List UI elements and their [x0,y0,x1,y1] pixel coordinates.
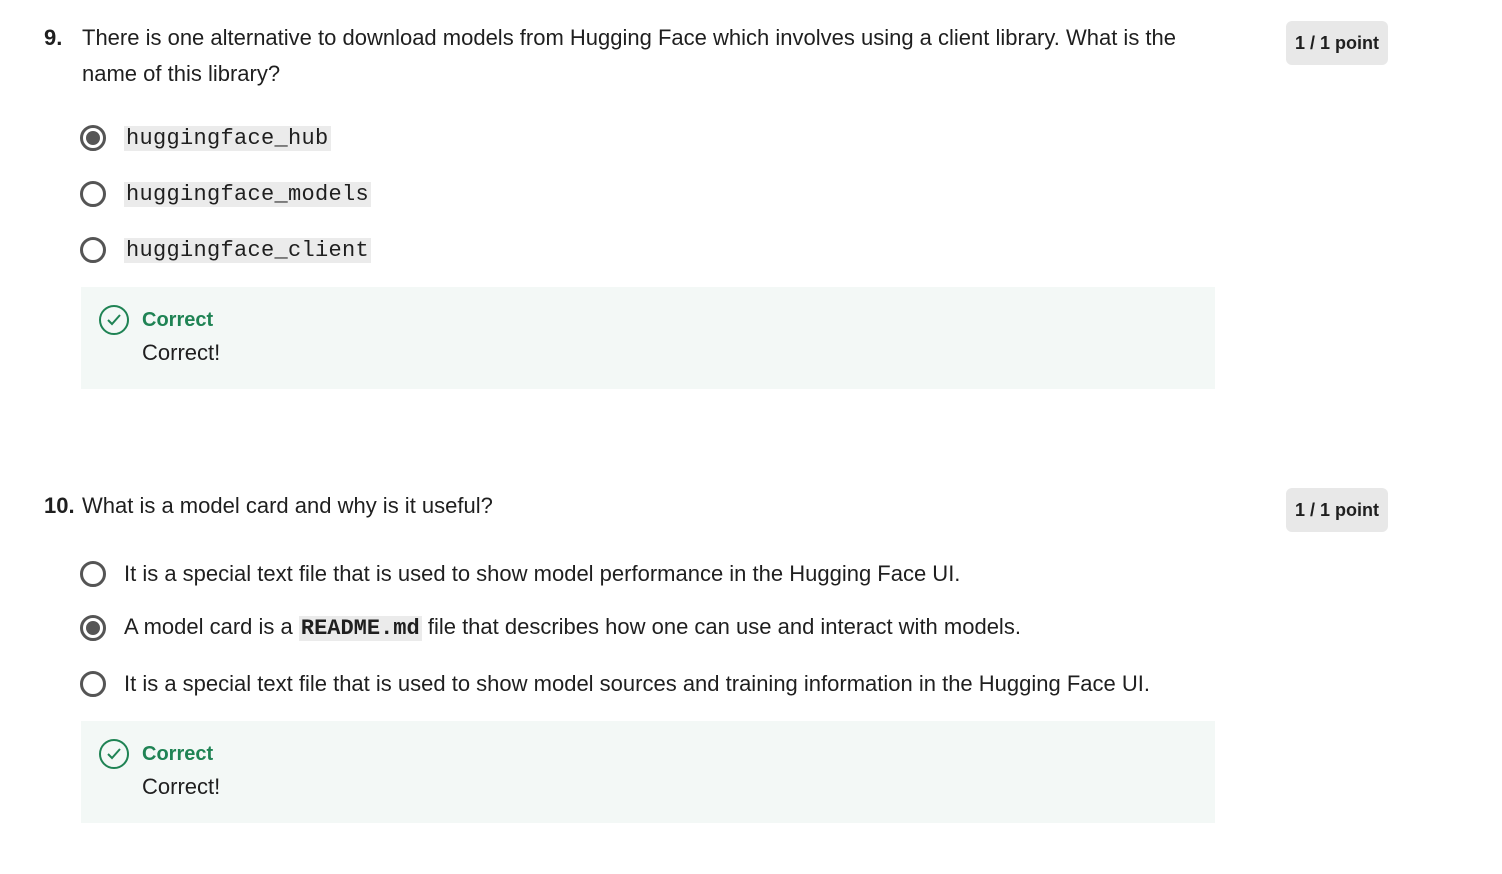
check-circle-icon [99,739,129,769]
code-label: huggingface_hub [124,126,331,151]
radio-unselected-icon[interactable] [80,671,106,697]
radio-unselected-icon[interactable] [80,181,106,207]
feedback-panel: Correct Correct! [81,721,1215,823]
code-label: README.md [298,616,422,641]
feedback-panel: Correct Correct! [81,287,1215,389]
code-label: huggingface_client [124,238,372,263]
feedback-title: Correct [142,309,214,331]
question-text: There is one alternative to download mod… [82,25,1177,86]
check-circle-icon [99,305,129,335]
option-sources[interactable]: It is a special text file that is used t… [80,668,1150,700]
option-label: It is a special text file that is used t… [124,561,961,586]
question-text: What is a model card and why is it usefu… [82,493,493,518]
question-number: 10. [44,493,75,518]
feedback-text: Correct! [142,774,221,799]
option-huggingface-client[interactable]: huggingface_client [80,233,372,267]
option-label: huggingface_hub [124,121,331,155]
quiz-page: 9. There is one alternative to download … [0,0,1502,874]
option-label: huggingface_client [124,233,372,267]
points-badge: 1 / 1 point [1286,488,1388,532]
radio-selected-icon[interactable] [80,125,106,151]
option-huggingface-models[interactable]: huggingface_models [80,177,372,211]
radio-unselected-icon[interactable] [80,237,106,263]
feedback-text: Correct! [142,340,221,365]
radio-selected-icon[interactable] [80,615,106,641]
question-number: 9. [44,25,63,50]
points-badge: 1 / 1 point [1286,21,1388,65]
option-huggingface-hub[interactable]: huggingface_hub [80,122,331,154]
option-label: huggingface_models [124,177,372,211]
option-label-suffix: file that describes how one can use and … [427,614,1021,639]
feedback-title: Correct [142,743,214,765]
option-label: A model card is a README.md file that de… [124,611,1021,645]
option-performance[interactable]: It is a special text file that is used t… [80,558,960,590]
code-label: huggingface_models [124,182,372,207]
radio-unselected-icon[interactable] [80,561,106,587]
option-label-prefix: A model card is a [124,614,293,639]
option-label: It is a special text file that is used t… [124,671,1150,696]
option-readme[interactable]: A model card is a README.md file that de… [80,612,1021,644]
